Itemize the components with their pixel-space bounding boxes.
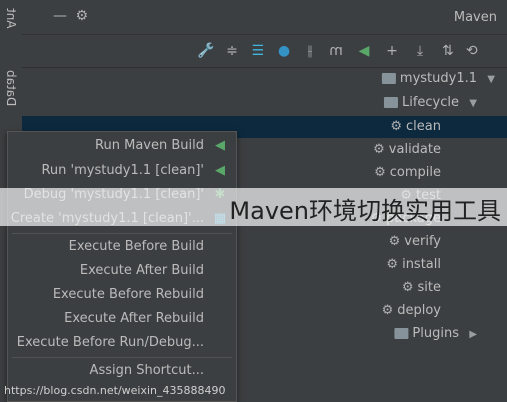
folder-icon [383, 97, 398, 108]
menu-item-label: Execute After Build [79, 263, 204, 278]
gear-icon[interactable]: ⚙ [74, 8, 90, 24]
goal-validate: ⚙ validate [373, 139, 441, 161]
expand-icon[interactable]: ≑ [223, 42, 241, 60]
goal-deploy: ⚙ deploy [382, 300, 441, 322]
gear-icon: ⚙ [401, 280, 414, 295]
goal-install: ⚙ install [386, 254, 441, 276]
watermark-text: Maven环境切换实用工具 [229, 197, 501, 225]
lifecycle-label: Lifecycle [401, 95, 459, 110]
menu-item-execute-after-rebuild[interactable]: Execute After Rebuild [8, 307, 236, 331]
maven-panel-header: Maven ⚙ — [22, 0, 507, 35]
menu-item-label: Execute Before Build [68, 239, 204, 254]
menu-separator [12, 357, 232, 358]
plugins-node: Plugins [394, 323, 459, 345]
lifecycle-node: Lifecycle [383, 92, 459, 114]
side-tab-database-label: Datab [4, 70, 18, 107]
collapsed-arrow-icon[interactable]: ◀ [469, 324, 477, 346]
menu-item-label: Execute After Rebuild [64, 311, 204, 326]
menu-item-run-clean[interactable]: ◀ Run 'mystudy1.1 [clean]' [8, 159, 236, 183]
settings-wrench-icon[interactable]: 🔧 [197, 42, 215, 60]
menu-item-execute-before-rebuild[interactable]: Execute Before Rebuild [8, 283, 236, 307]
menu-item-run-maven-build[interactable]: ◀ Run Maven Build [8, 134, 236, 158]
panel-title: Maven [453, 10, 497, 25]
project-node: mystudy1.1 [381, 68, 477, 90]
maven-module-icon [381, 73, 396, 84]
goal-label: site [417, 280, 441, 295]
gear-icon: ⚙ [374, 165, 386, 180]
gear-icon: ⚙ [386, 257, 399, 272]
context-menu: ◀ Run Maven Build ◀ Run 'mystudy1.1 [cle… [7, 131, 237, 402]
reimport-icon[interactable]: ⇵ [439, 42, 457, 60]
expand-arrow-icon[interactable]: ▼ [469, 93, 477, 115]
hide-panel-icon[interactable]: — [52, 8, 68, 24]
collapse-icon[interactable]: ☰ [249, 42, 267, 60]
plugins-label: Plugins [412, 326, 459, 341]
source-url: https://blog.csdn.net/weixin_435888490 [4, 384, 226, 397]
add-icon[interactable]: + [383, 42, 401, 60]
goal-compile: ⚙ compile [374, 162, 441, 184]
run-icon: ◀ [215, 163, 225, 178]
expand-arrow-icon[interactable]: ▼ [487, 69, 495, 91]
goal-verify: ⚙ verify [389, 231, 441, 253]
skip-tests-icon[interactable]: ⫲ [301, 42, 319, 60]
goal-label: clean [406, 119, 441, 134]
menu-item-label: Execute Before Run/Debug... [16, 335, 204, 350]
side-tab-ant-label: Ant [4, 8, 18, 29]
maven-toolbar: ⟳ ⇵ ⤓ + ▶ m ⫲ ● ☰ ≑ 🔧 [22, 35, 507, 68]
menu-separator [12, 233, 232, 234]
menu-item-label: Execute Before Rebuild [52, 287, 204, 302]
menu-item-label: Assign Shortcut... [89, 363, 204, 378]
download-icon[interactable]: ⤓ [411, 42, 429, 60]
menu-item-execute-before-run-debug[interactable]: Execute Before Run/Debug... [8, 331, 236, 355]
gear-icon: ⚙ [390, 119, 403, 134]
gear-icon: ⚙ [373, 142, 385, 157]
menu-item-label: Run Maven Build [95, 138, 204, 153]
menu-item-label: Run 'mystudy1.1 [clean]' [41, 163, 204, 178]
refresh-icon[interactable]: ⟳ [463, 42, 481, 60]
maven-icon[interactable]: m [327, 42, 345, 60]
project-label: mystudy1.1 [399, 71, 477, 86]
goal-label: verify [404, 234, 441, 249]
folder-icon [394, 328, 409, 339]
goal-label: validate [388, 142, 441, 157]
goal-label: install [402, 257, 441, 272]
menu-item-execute-after-build[interactable]: Execute After Build [8, 259, 236, 283]
tree-row-lifecycle[interactable]: ▼ Lifecycle [22, 92, 507, 114]
menu-item-assign-shortcut[interactable]: Assign Shortcut... [8, 359, 236, 383]
goal-label: compile [389, 165, 441, 180]
menu-item-execute-before-build[interactable]: Execute Before Build [8, 235, 236, 259]
gear-icon: ⚙ [381, 303, 394, 318]
goal-label: deploy [397, 303, 441, 318]
side-tab-ant[interactable]: Ant [0, 8, 22, 58]
show-dependencies-icon[interactable]: ● [275, 42, 293, 60]
run-icon: ◀ [215, 138, 225, 153]
run-icon[interactable]: ▶ [355, 42, 373, 60]
side-tab-database[interactable]: Datab [0, 70, 22, 130]
goal-clean: ⚙ clean [390, 116, 441, 138]
goal-site: ⚙ site [402, 277, 441, 299]
tree-row-project[interactable]: ▼ mystudy1.1 [22, 68, 507, 90]
gear-icon: ⚙ [388, 234, 401, 249]
